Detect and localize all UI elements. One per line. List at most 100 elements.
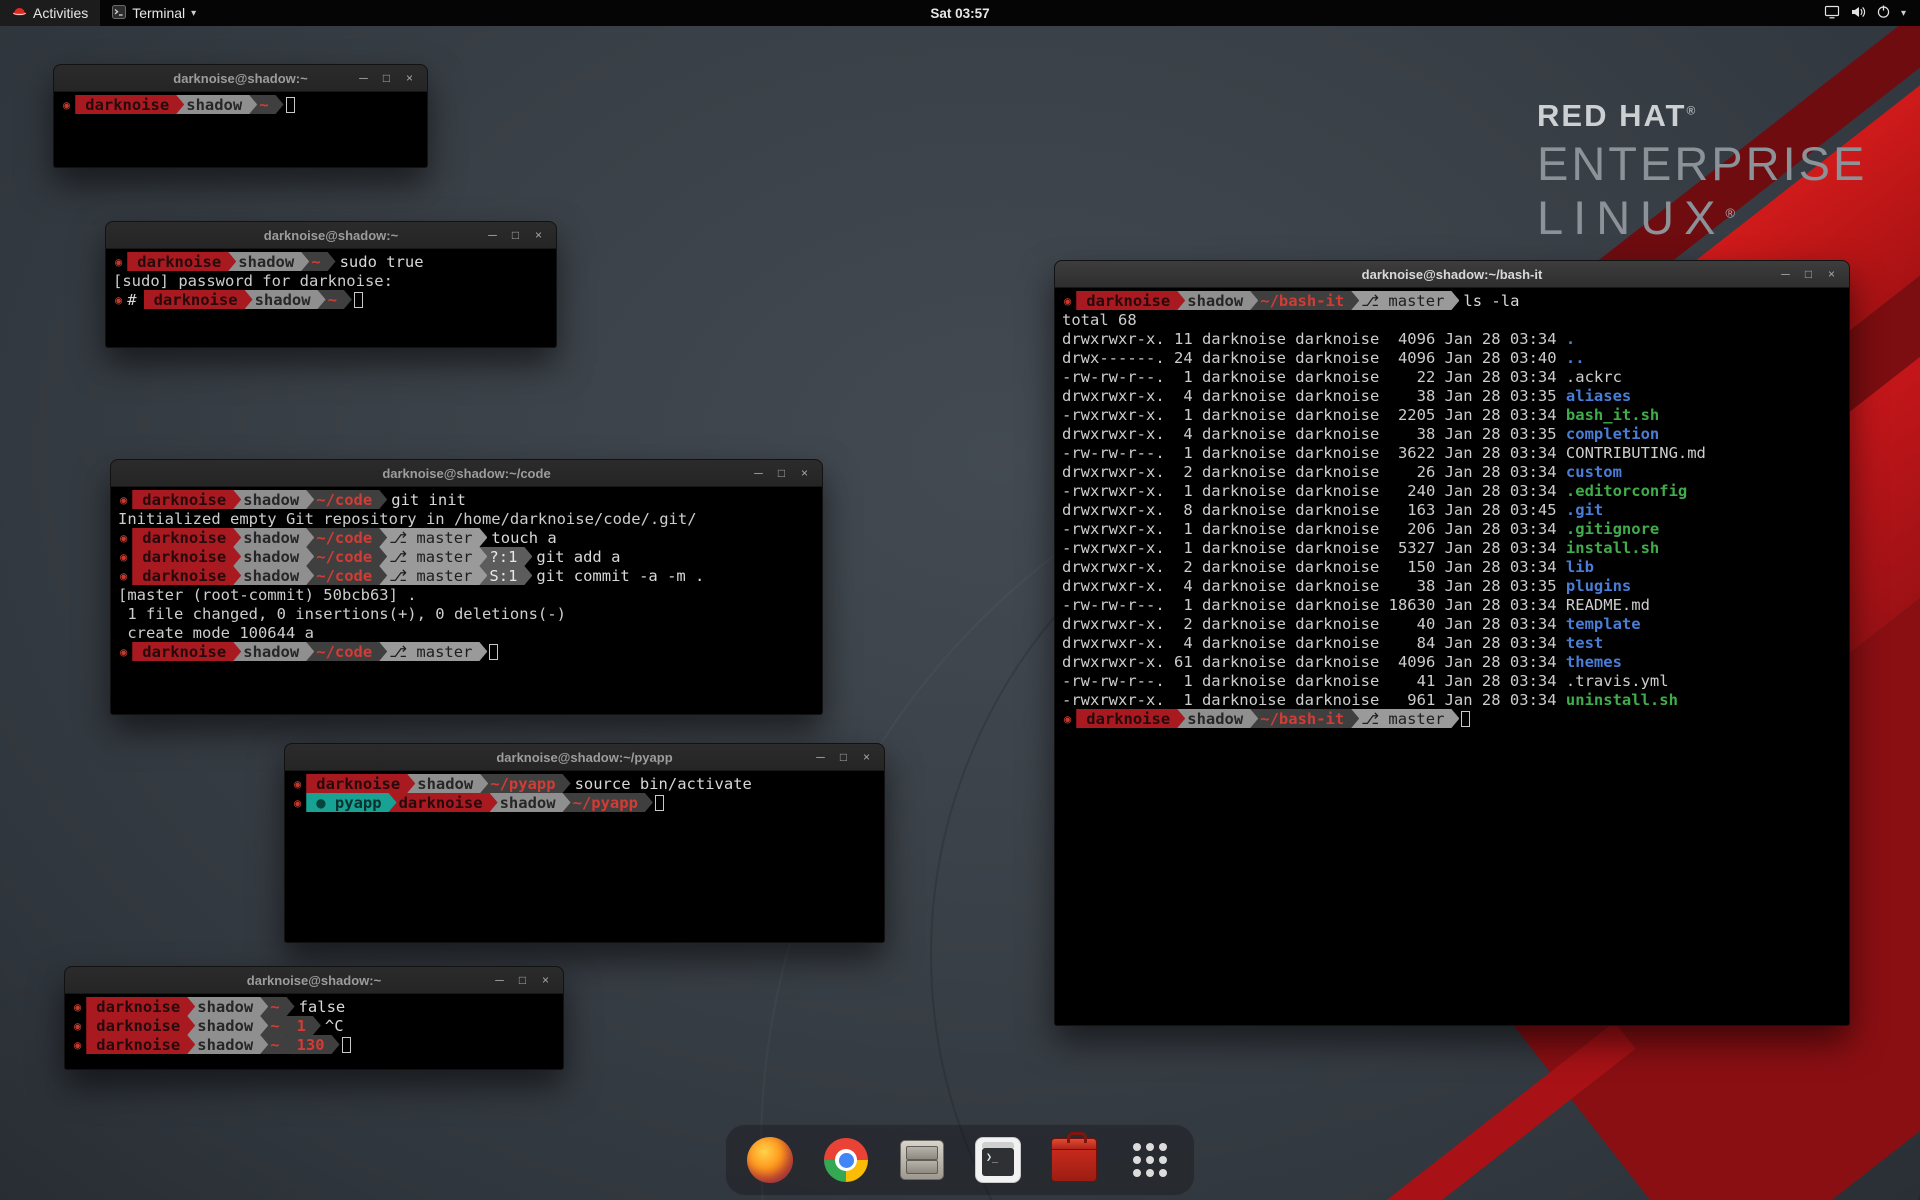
terminal-segment-user: darknoise <box>1076 709 1185 728</box>
terminal-segment-host: shadow <box>187 1016 268 1035</box>
terminal-content[interactable]: ◉darknoiseshadow~false◉darknoiseshadow~1… <box>65 994 563 1057</box>
terminal-line: total 68 <box>1062 310 1842 329</box>
terminal-line: ◉darknoiseshadow~/pyappsource bin/activa… <box>292 774 877 793</box>
window-titlebar[interactable]: darknoise@shadow:~ ─ □ × <box>54 65 427 92</box>
terminal-app-icon <box>112 5 126 22</box>
terminal-segment-exec: uninstall.sh <box>1566 690 1678 709</box>
terminal-content[interactable]: ◉darknoiseshadow~ <box>54 92 427 117</box>
terminal-segment-git: ⎇ master <box>379 566 487 585</box>
minimize-button[interactable]: ─ <box>809 750 832 764</box>
terminal-line: -rwxrwxr-x. 1 darknoise darknoise 961 Ja… <box>1062 690 1842 709</box>
maximize-button[interactable]: □ <box>511 973 534 987</box>
files-icon[interactable] <box>896 1134 948 1186</box>
terminal-line: ◉darknoiseshadow~/code⎇ masterS:1git com… <box>118 566 815 585</box>
close-button[interactable]: × <box>534 973 557 987</box>
minimize-button[interactable]: ─ <box>1774 267 1797 281</box>
terminal-line: drwxrwxr-x. 8 darknoise darknoise 163 Ja… <box>1062 500 1842 519</box>
brand-enterprise-text: ENTERPRISE <box>1537 140 1867 187</box>
terminal-window-code[interactable]: darknoise@shadow:~/code ─ □ × ◉darknoise… <box>110 459 823 715</box>
prompt-icon: ◉ <box>118 490 132 509</box>
terminal-line: drwxrwxr-x. 4 darknoise darknoise 38 Jan… <box>1062 386 1842 405</box>
terminal-line: ◉darknoiseshadow~ <box>61 95 420 114</box>
prompt-icon: ◉ <box>61 95 75 114</box>
prompt-icon: ◉ <box>292 793 306 812</box>
show-applications-icon[interactable] <box>1124 1134 1176 1186</box>
terminal-content[interactable]: ◉darknoiseshadow~/codegit initInitialize… <box>111 487 822 664</box>
terminal-segment-exec: .gitignore <box>1566 519 1659 538</box>
close-button[interactable]: × <box>1820 267 1843 281</box>
maximize-button[interactable]: □ <box>770 466 793 480</box>
terminal-icon[interactable]: ❯_ <box>972 1134 1024 1186</box>
terminal-content[interactable]: ◉darknoiseshadow~/pyappsource bin/activa… <box>285 771 884 815</box>
terminal-segment-git: ⎇ master <box>1351 709 1459 728</box>
terminal-line: -rwxrwxr-x. 1 darknoise darknoise 2205 J… <box>1062 405 1842 424</box>
activities-button[interactable]: Activities <box>0 0 100 26</box>
window-titlebar[interactable]: darknoise@shadow:~ ─ □ × <box>106 222 556 249</box>
terminal-line: -rwxrwxr-x. 1 darknoise darknoise 206 Ja… <box>1062 519 1842 538</box>
window-title: darknoise@shadow:~/code <box>382 466 550 481</box>
terminal-content[interactable]: ◉darknoiseshadow~sudo true[sudo] passwor… <box>106 249 556 312</box>
terminal-segment-out: total 68 <box>1062 310 1137 329</box>
minimize-button[interactable]: ─ <box>352 71 375 85</box>
terminal-segment-host: shadow <box>176 95 257 114</box>
terminal-line: Initialized empty Git repository in /hom… <box>118 509 815 528</box>
terminal-segment-out: -rw-rw-r--. 1 darknoise darknoise 18630 … <box>1062 595 1650 614</box>
close-button[interactable]: × <box>855 750 878 764</box>
terminal-line: ◉darknoiseshadow~130 <box>72 1035 556 1054</box>
window-titlebar[interactable]: darknoise@shadow:~ ─ □ × <box>65 967 563 994</box>
window-titlebar[interactable]: darknoise@shadow:~/pyapp ─ □ × <box>285 744 884 771</box>
maximize-button[interactable]: □ <box>375 71 398 85</box>
window-titlebar[interactable]: darknoise@shadow:~/code ─ □ × <box>111 460 822 487</box>
terminal-line: ◉darknoiseshadow~/code⎇ master?:1git add… <box>118 547 815 566</box>
window-title: darknoise@shadow:~/pyapp <box>496 750 672 765</box>
terminal-segment-out: drwxrwxr-x. 4 darknoise darknoise 38 Jan… <box>1062 386 1566 405</box>
terminal-window-home-1[interactable]: darknoise@shadow:~ ─ □ × ◉darknoiseshado… <box>53 64 428 168</box>
prompt-icon: ◉ <box>72 1016 86 1035</box>
maximize-button[interactable]: □ <box>1797 267 1820 281</box>
window-titlebar[interactable]: darknoise@shadow:~/bash-it ─ □ × <box>1055 261 1849 288</box>
window-title: darknoise@shadow:~ <box>247 973 381 988</box>
terminal-segment-out: drwx------. 24 darknoise darknoise 4096 … <box>1062 348 1566 367</box>
rhel-brand-logo: RED HAT® ENTERPRISE LINUX® <box>1537 100 1867 241</box>
terminal-segment-out: [master (root-commit) 50bcb63] . <box>118 585 417 604</box>
terminal-window-sudo[interactable]: darknoise@shadow:~ ─ □ × ◉darknoiseshado… <box>105 221 557 348</box>
terminal-segment-git: ⎇ master <box>379 642 487 661</box>
maximize-button[interactable]: □ <box>832 750 855 764</box>
app-menu-terminal[interactable]: Terminal ▾ <box>100 0 208 26</box>
registered-mark: ® <box>1725 205 1745 220</box>
terminal-segment-out: drwxrwxr-x. 4 darknoise darknoise 84 Jan… <box>1062 633 1566 652</box>
terminal-segment-host: shadow <box>233 528 314 547</box>
terminal-line: -rwxrwxr-x. 1 darknoise darknoise 5327 J… <box>1062 538 1842 557</box>
minimize-button[interactable]: ─ <box>481 228 504 242</box>
terminal-content[interactable]: ◉darknoiseshadow~/bash-it⎇ masterls -lat… <box>1055 288 1849 731</box>
terminal-segment-out: drwxrwxr-x. 11 darknoise darknoise 4096 … <box>1062 329 1566 348</box>
minimize-button[interactable]: ─ <box>747 466 770 480</box>
terminal-segment-dir: .git <box>1566 500 1603 519</box>
minimize-button[interactable]: ─ <box>488 973 511 987</box>
firefox-icon[interactable] <box>744 1134 796 1186</box>
terminal-segment-out: drwxrwxr-x. 8 darknoise darknoise 163 Ja… <box>1062 500 1566 519</box>
terminal-line: ◉darknoiseshadow~1^C <box>72 1016 556 1035</box>
terminal-window-home-2[interactable]: darknoise@shadow:~ ─ □ × ◉darknoiseshado… <box>64 966 564 1070</box>
terminal-window-pyapp[interactable]: darknoise@shadow:~/pyapp ─ □ × ◉darknois… <box>284 743 885 943</box>
chrome-icon[interactable] <box>820 1134 872 1186</box>
terminal-segment-host: shadow <box>233 490 314 509</box>
close-button[interactable]: × <box>527 228 550 242</box>
activities-label: Activities <box>33 5 88 21</box>
close-button[interactable]: × <box>398 71 421 85</box>
terminal-line: -rw-rw-r--. 1 darknoise darknoise 22 Jan… <box>1062 367 1842 386</box>
terminal-segment-dir: plugins <box>1566 576 1631 595</box>
close-button[interactable]: × <box>793 466 816 480</box>
terminal-segment-user: darknoise <box>306 774 415 793</box>
terminal-segment-cmd: touch a <box>479 528 556 547</box>
terminal-segment-dir: lib <box>1566 557 1594 576</box>
terminal-segment-out: -rw-rw-r--. 1 darknoise darknoise 3622 J… <box>1062 443 1706 462</box>
terminal-window-bash-it[interactable]: darknoise@shadow:~/bash-it ─ □ × ◉darkno… <box>1054 260 1850 1026</box>
clock[interactable]: Sat 03:57 <box>930 6 989 21</box>
maximize-button[interactable]: □ <box>504 228 527 242</box>
toolbox-icon[interactable] <box>1048 1134 1100 1186</box>
terminal-segment-host: shadow <box>187 1035 268 1054</box>
system-status-area[interactable]: ▾ <box>1814 0 1916 26</box>
terminal-segment-out: drwxrwxr-x. 4 darknoise darknoise 38 Jan… <box>1062 576 1566 595</box>
terminal-segment-user: darknoise <box>127 252 236 271</box>
